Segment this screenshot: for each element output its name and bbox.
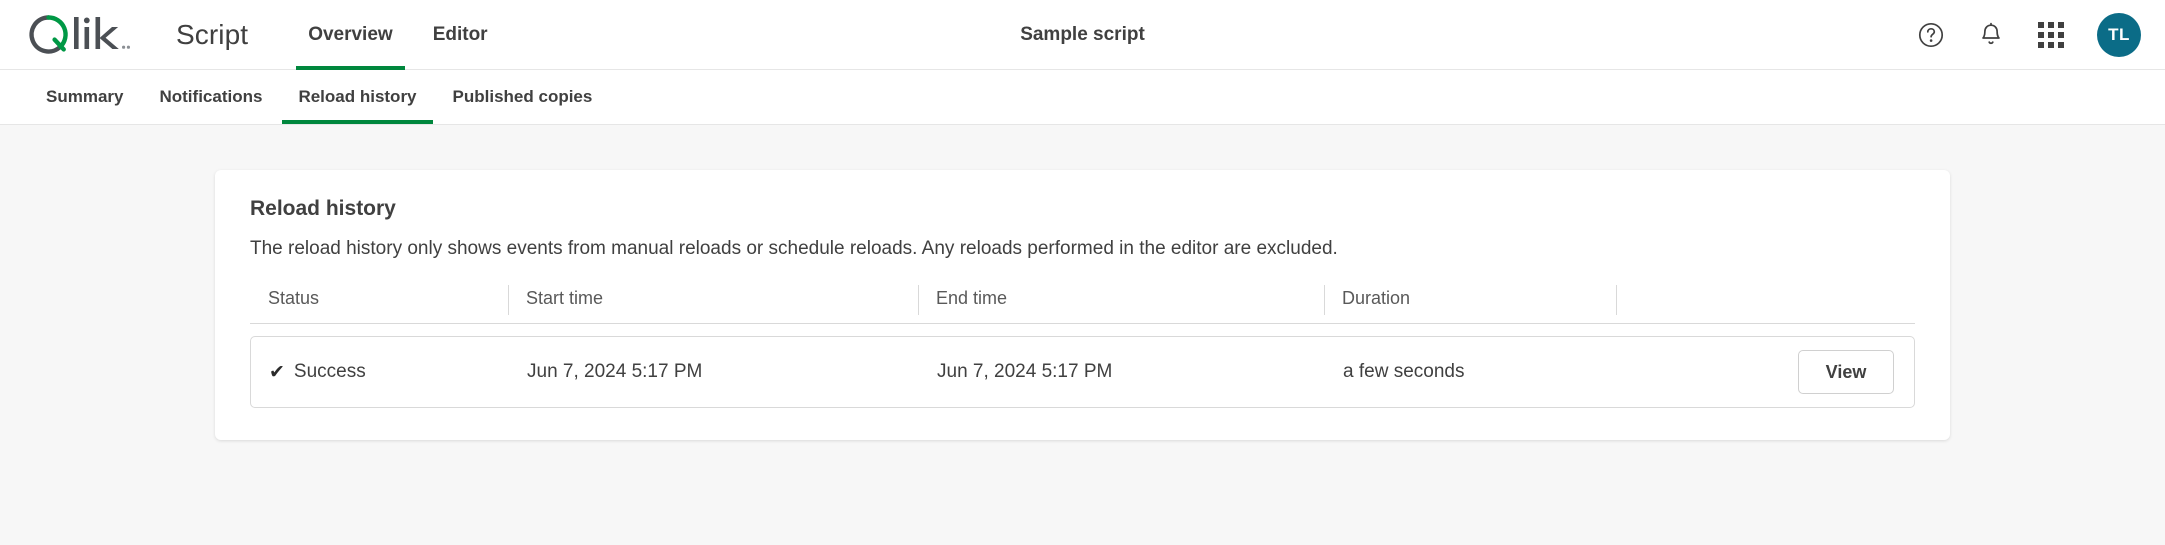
tab-overview-label: Overview — [308, 23, 393, 45]
subtab-summary-label: Summary — [46, 87, 124, 106]
help-icon[interactable] — [1915, 19, 1947, 51]
cell-duration: a few seconds — [1343, 361, 1465, 382]
reload-history-card: Reload history The reload history only s… — [215, 170, 1950, 440]
page-title: Script — [176, 18, 249, 50]
subtab-published-copies[interactable]: Published copies — [435, 70, 611, 124]
subtab-notifications-label: Notifications — [159, 87, 263, 106]
tab-overview[interactable]: Overview — [288, 0, 413, 70]
grid-icon — [2038, 22, 2064, 48]
cell-start-time: Jun 7, 2024 5:17 PM — [527, 361, 703, 382]
secondary-tab-bar: Summary Notifications Reload history Pub… — [0, 70, 2165, 125]
tab-editor[interactable]: Editor — [413, 0, 508, 70]
cell-status: ✔ Success — [251, 361, 509, 383]
column-header-status: Status — [268, 288, 320, 308]
column-header-end-time: End time — [918, 285, 1324, 315]
notifications-icon[interactable] — [1975, 19, 2007, 51]
primary-tabs: Overview Editor — [288, 0, 507, 70]
column-header-duration: Duration — [1324, 285, 1616, 315]
page-body: Reload history The reload history only s… — [0, 170, 2165, 545]
subtab-reload-history-label: Reload history — [298, 87, 417, 106]
qlik-logo-icon — [29, 14, 130, 54]
table-header-row: Status Start time End time Duration — [250, 285, 1915, 324]
tab-editor-label: Editor — [432, 23, 488, 45]
column-header-start-time: Start time — [508, 285, 918, 315]
app-launcher-icon[interactable] — [2035, 19, 2067, 51]
avatar[interactable]: TL — [2097, 13, 2141, 57]
qlik-logo[interactable] — [28, 12, 146, 58]
table-row[interactable]: ✔ Success Jun 7, 2024 5:17 PM Jun 7, 202… — [250, 336, 1915, 408]
cell-status-label: Success — [293, 361, 366, 382]
subtab-published-copies-label: Published copies — [452, 87, 593, 106]
card-description: The reload history only shows events fro… — [250, 238, 1338, 259]
subtab-summary[interactable]: Summary — [28, 70, 141, 124]
header-actions: TL — [1915, 0, 2141, 70]
top-header-bar: Script Overview Editor Sample script TL — [0, 0, 2165, 70]
bell-icon — [1982, 22, 2000, 45]
help-circle-icon — [1918, 22, 1944, 48]
view-button[interactable]: View — [1798, 350, 1894, 394]
subtab-reload-history[interactable]: Reload history — [280, 70, 434, 124]
column-header-actions — [1616, 285, 1915, 315]
cell-end-time: Jun 7, 2024 5:17 PM — [937, 361, 1113, 382]
subtab-notifications[interactable]: Notifications — [141, 70, 280, 124]
check-icon: ✔ — [269, 361, 285, 383]
card-title: Reload history — [250, 197, 396, 220]
